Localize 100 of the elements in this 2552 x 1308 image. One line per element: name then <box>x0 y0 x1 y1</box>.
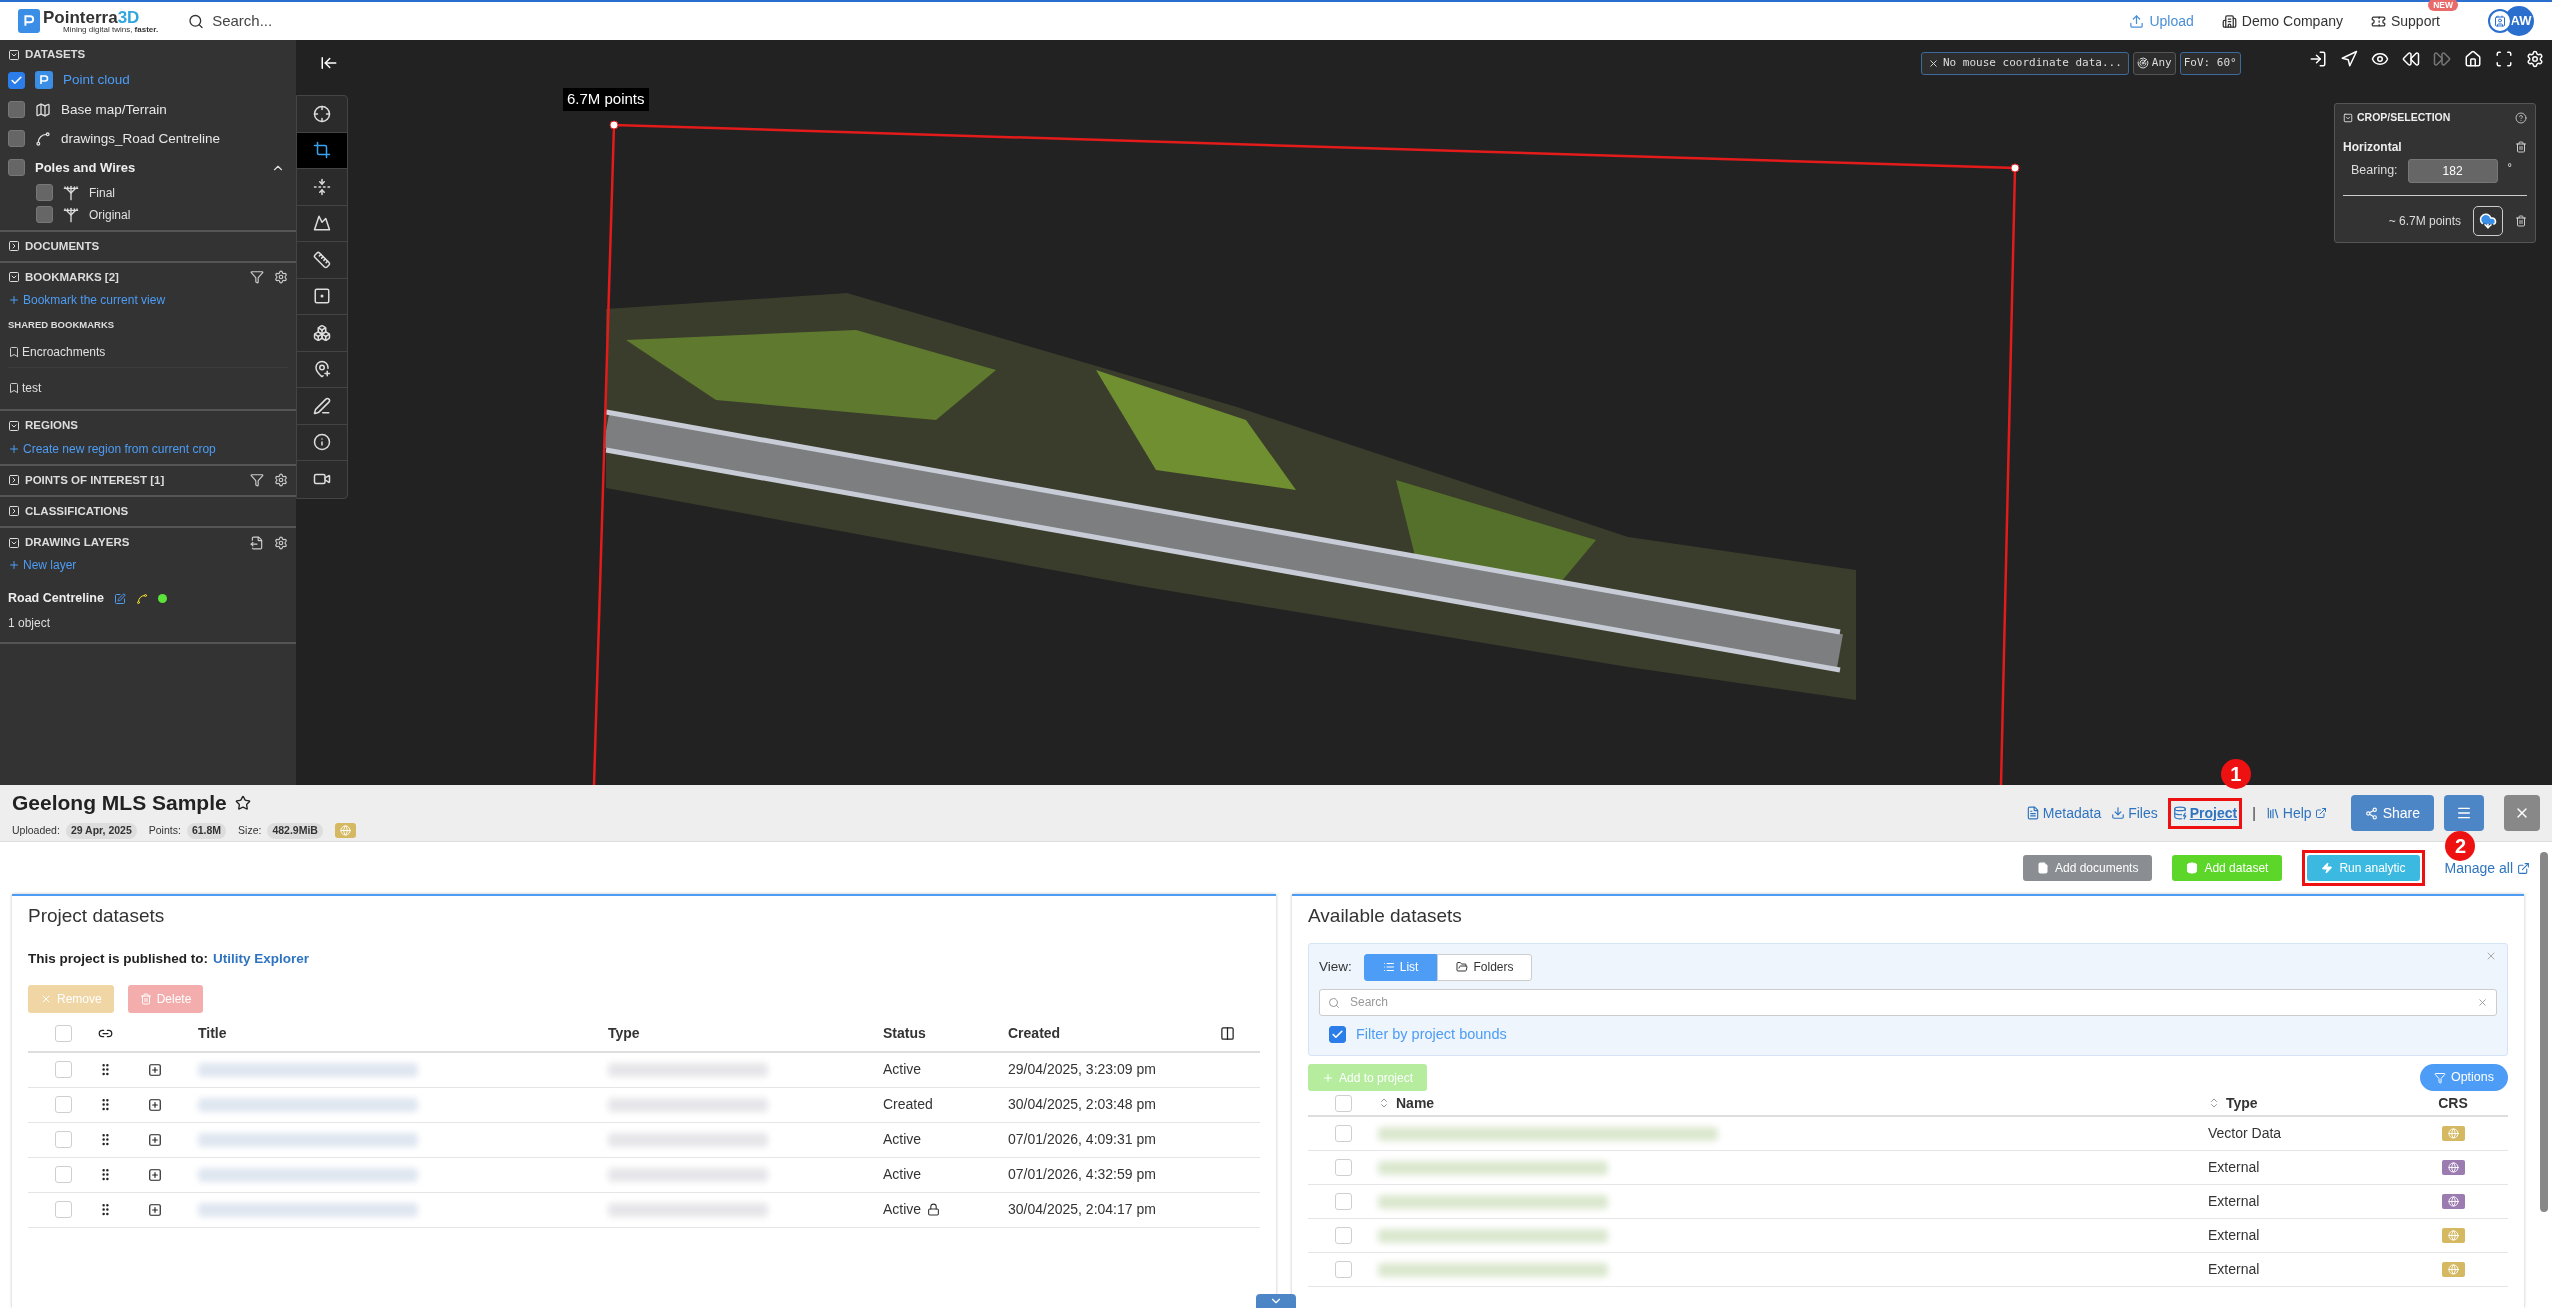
new-badge: NEW <box>2428 0 2458 12</box>
viewer-control[interactable] <box>2495 50 2513 68</box>
section-icon <box>313 177 331 196</box>
tool-button[interactable] <box>297 132 347 169</box>
type-text: External <box>2208 1158 2260 1178</box>
nav-link[interactable]: Metadata <box>2025 802 2102 824</box>
sort-icon <box>1378 1097 1390 1110</box>
viewer-control[interactable] <box>2340 50 2358 68</box>
pole-icon <box>63 206 79 223</box>
contact-icon[interactable] <box>2488 9 2512 33</box>
section-header[interactable]: DRAWING LAYERS <box>8 534 130 552</box>
expand-icon <box>148 1062 162 1077</box>
external-link-icon <box>2314 807 2327 819</box>
column-header[interactable]: Created <box>1008 1016 1220 1053</box>
add-link[interactable]: Create new region from current crop <box>8 439 288 458</box>
globe-icon <box>2447 1128 2459 1140</box>
checkbox[interactable] <box>1329 1025 1346 1043</box>
column-header[interactable]: Type <box>2226 1092 2258 1114</box>
section-header[interactable]: POINTS OF INTEREST [1] <box>8 471 165 489</box>
export-icon <box>250 535 264 550</box>
card-title: Available datasets <box>1308 904 1463 928</box>
close-icon <box>1928 57 1939 69</box>
dataset-label[interactable]: Original <box>89 205 131 224</box>
viewer-control[interactable] <box>2464 50 2482 68</box>
nav-link[interactable]: Help <box>2265 802 2327 824</box>
section-header[interactable]: DOCUMENTS <box>8 237 100 255</box>
section-header[interactable]: DATASETS <box>8 46 86 64</box>
dataset-label[interactable]: Poles and Wires <box>35 158 261 178</box>
globe-icon <box>334 823 356 839</box>
view-label: View: <box>1319 957 1352 976</box>
viewer-control[interactable] <box>2309 50 2327 68</box>
logo[interactable]: Pointerra3D Mining digital twins, faster. <box>18 8 159 34</box>
column-header[interactable]: CRS <box>2438 1092 2468 1114</box>
bookmark-icon <box>8 382 20 395</box>
layer-name[interactable]: Road Centreline <box>8 589 104 608</box>
checkbox[interactable] <box>8 101 25 119</box>
checkbox[interactable] <box>36 206 53 223</box>
type-text: External <box>2208 1192 2260 1212</box>
pole-icon <box>63 184 79 201</box>
collapse-icon <box>8 536 20 549</box>
published-link[interactable]: Utility Explorer <box>213 948 310 969</box>
status-text: Active <box>883 1165 922 1185</box>
globe-icon <box>2447 1196 2459 1208</box>
bookmark-item[interactable]: test <box>22 379 42 398</box>
menu-icon <box>2456 805 2472 821</box>
checkbox[interactable] <box>8 71 25 89</box>
add-link[interactable]: New layer <box>8 556 288 575</box>
checkbox[interactable] <box>8 159 25 177</box>
viewer-control[interactable] <box>2402 50 2420 68</box>
dataset-label[interactable]: Base map/Terrain <box>61 99 167 120</box>
points-label: 6.7M points <box>563 88 649 111</box>
upload-icon <box>2129 13 2145 29</box>
crop-outline[interactable] <box>592 120 2020 785</box>
section-header[interactable]: BOOKMARKS [2] <box>8 268 119 286</box>
fullscreen-icon <box>2495 50 2513 68</box>
mountain-icon <box>313 214 331 233</box>
section-header[interactable]: CLASSIFICATIONS <box>8 502 129 520</box>
globe-icon <box>2447 1230 2459 1242</box>
dataset-label[interactable]: Final <box>89 183 115 202</box>
building-icon <box>2221 13 2237 29</box>
bearing-field[interactable]: 182 <box>2407 158 2498 183</box>
collapse-sidebar-button[interactable] <box>320 54 338 72</box>
header-link[interactable]: Demo Company <box>2221 10 2343 32</box>
fov-button[interactable]: FoV: 60° <box>2179 52 2241 75</box>
nav-link[interactable]: Files <box>2111 802 2158 824</box>
dataset-label[interactable]: Point cloud <box>63 70 130 91</box>
viewer-control[interactable] <box>2526 50 2544 68</box>
clear-icon <box>2477 996 2488 1008</box>
meta-value: 61.8M <box>186 822 227 839</box>
view-toggle[interactable]: Folders <box>1437 953 1533 981</box>
download-button[interactable] <box>2473 205 2503 236</box>
column-header[interactable]: Name <box>1396 1092 1435 1114</box>
check-icon <box>10 73 23 87</box>
crosshair-icon <box>313 104 331 123</box>
share-icon <box>2364 806 2378 820</box>
header-link[interactable]: Support <box>2370 10 2440 32</box>
bookmark-item[interactable]: Encroachments <box>22 343 106 362</box>
coordinate-readout: No mouse coordinate data... <box>1921 52 2129 75</box>
section-header[interactable]: REGIONS <box>8 417 79 435</box>
checkbox[interactable] <box>36 184 53 201</box>
header-link[interactable]: Upload <box>2129 10 2194 32</box>
bearing-label: Bearing: <box>2351 162 2398 180</box>
viewer-control[interactable] <box>2371 50 2389 68</box>
dataset-label[interactable]: drawings_Road Centreline <box>61 128 221 149</box>
column-header[interactable]: Status <box>883 1016 1008 1053</box>
search-field[interactable]: Search <box>1319 988 2497 1016</box>
status-text: Active <box>883 1060 922 1080</box>
cloud-download-icon <box>2479 211 2497 230</box>
expand-panel-button[interactable] <box>1256 1294 1296 1308</box>
collapse-icon <box>8 419 20 432</box>
menu-button[interactable] <box>2444 795 2484 831</box>
column-header[interactable]: Title <box>198 1016 608 1053</box>
add-link[interactable]: Bookmark the current view <box>8 291 288 309</box>
column-header[interactable]: Type <box>608 1016 883 1053</box>
type-text: Vector Data <box>2208 1124 2282 1144</box>
published-label: This project is published to: <box>28 949 208 968</box>
search-field[interactable]: Search... <box>212 9 589 33</box>
snap-button[interactable]: Any <box>2132 52 2176 75</box>
share-button[interactable]: Share <box>2350 795 2434 831</box>
checkbox[interactable] <box>8 130 25 148</box>
